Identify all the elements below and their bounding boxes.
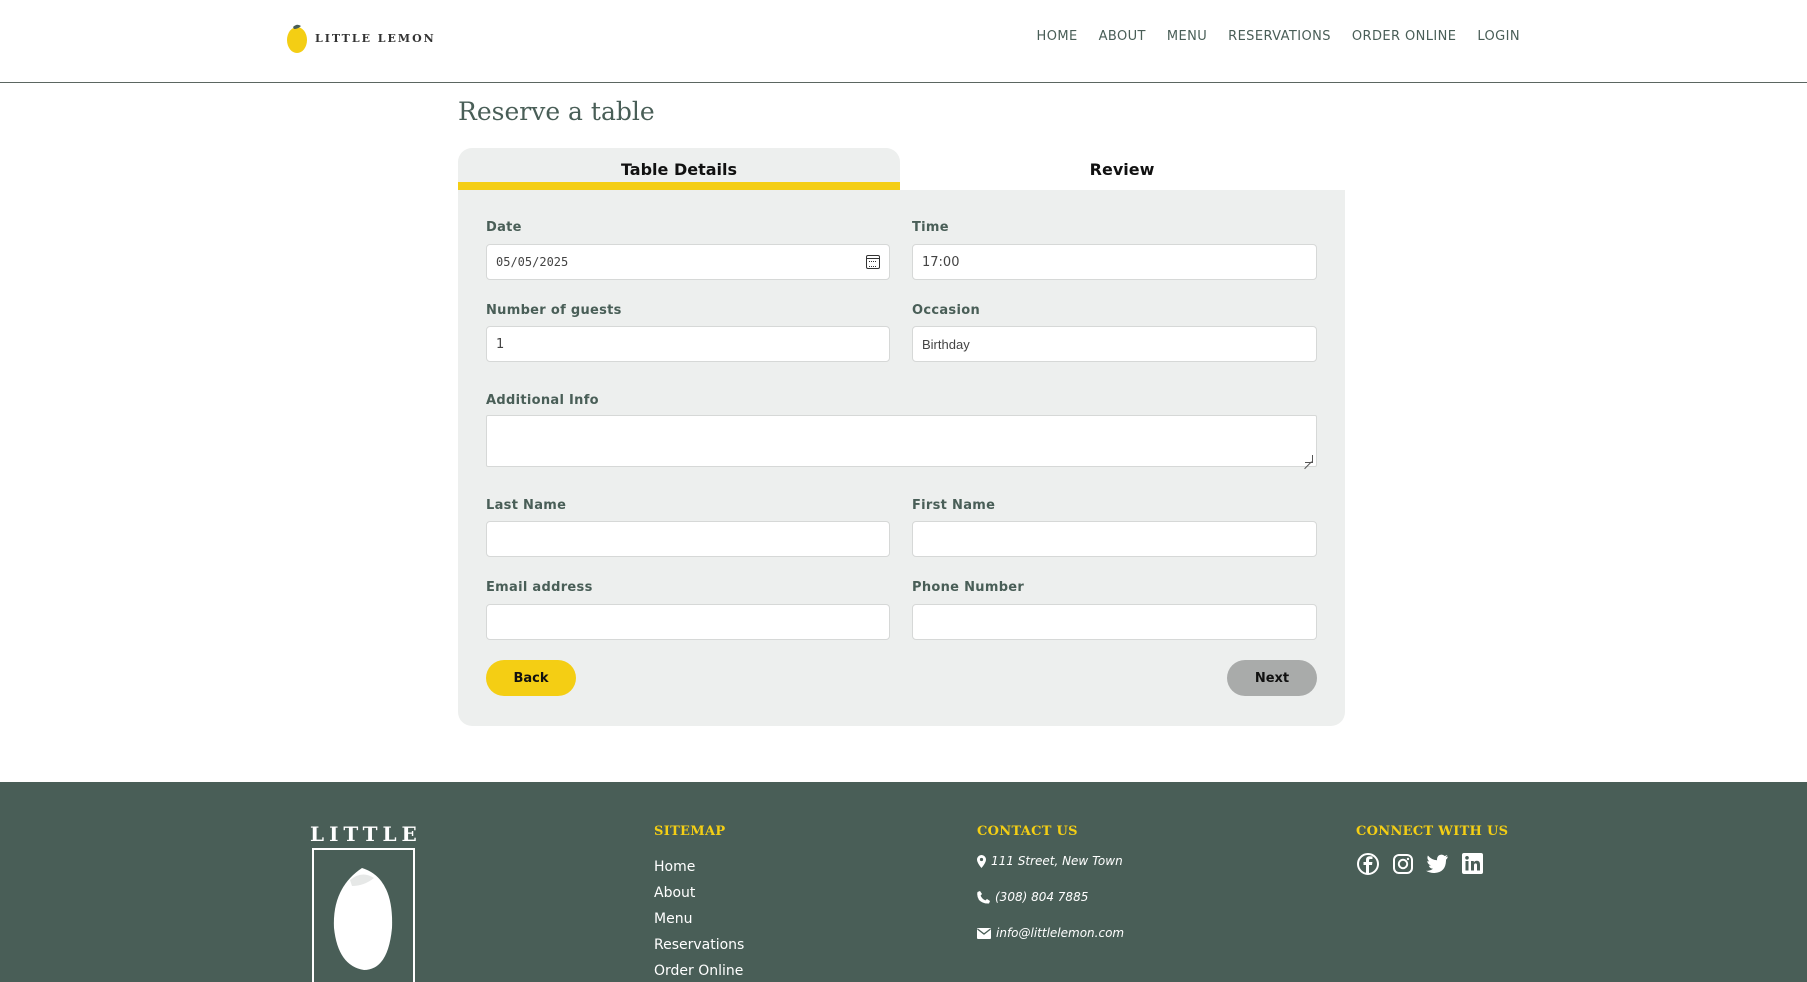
footer-link-menu[interactable]: Menu: [654, 906, 744, 932]
page-title: Reserve a table: [458, 97, 655, 126]
date-label: Date: [486, 220, 522, 235]
guests-value: 1: [496, 336, 505, 352]
site-header: LITTLE LEMON HOME ABOUT MENU RESERVATION…: [0, 0, 1807, 83]
contact-phone-text: (308) 804 7885: [995, 890, 1089, 904]
first-name-field[interactable]: [912, 521, 1317, 557]
footer-link-about[interactable]: About: [654, 880, 744, 906]
time-value: 17:00: [922, 254, 960, 270]
contact-address: 111 Street, New Town: [977, 854, 1123, 868]
sitemap-heading: SITEMAP: [654, 824, 726, 839]
nav-home[interactable]: HOME: [1037, 29, 1078, 44]
connect-heading: CONNECT WITH US: [1356, 824, 1509, 839]
date-field[interactable]: 05/05/2025: [486, 244, 890, 280]
occasion-select[interactable]: Birthday: [912, 326, 1317, 362]
phone-icon: [977, 890, 990, 904]
time-field[interactable]: 17:00: [912, 244, 1317, 280]
nav-menu[interactable]: MENU: [1167, 29, 1207, 44]
last-name-field[interactable]: [486, 521, 890, 557]
site-logo[interactable]: LITTLE LEMON: [285, 20, 436, 56]
footer-link-home[interactable]: Home: [654, 854, 744, 880]
twitter-icon[interactable]: [1426, 852, 1449, 875]
contact-heading: CONTACT US: [977, 824, 1078, 839]
social-links: [1356, 852, 1484, 875]
nav-login[interactable]: LOGIN: [1477, 29, 1520, 44]
instagram-icon[interactable]: [1391, 852, 1414, 875]
back-button[interactable]: Back: [486, 660, 576, 696]
footer-logo[interactable]: LITTLE: [310, 822, 422, 982]
nav-reservations[interactable]: RESERVATIONS: [1228, 29, 1331, 44]
main-nav: HOME ABOUT MENU RESERVATIONS ORDER ONLIN…: [1037, 29, 1520, 44]
tab-review[interactable]: Review: [900, 148, 1344, 190]
next-button[interactable]: Next: [1227, 660, 1317, 696]
phone-field[interactable]: [912, 604, 1317, 640]
nav-about[interactable]: ABOUT: [1099, 29, 1146, 44]
phone-label: Phone Number: [912, 580, 1025, 595]
additional-info-textarea[interactable]: [486, 415, 1317, 467]
linkedin-icon[interactable]: [1461, 852, 1484, 875]
occasion-value: Birthday: [922, 336, 970, 352]
resize-handle-icon[interactable]: [1305, 455, 1313, 463]
envelope-icon: [977, 927, 991, 939]
lemon-icon: [333, 868, 393, 970]
nav-order-online[interactable]: ORDER ONLINE: [1352, 29, 1456, 44]
footer-logo-frame: [312, 848, 415, 982]
contact-address-text: 111 Street, New Town: [991, 854, 1123, 868]
guests-label: Number of guests: [486, 303, 622, 318]
additional-info-label: Additional Info: [486, 393, 599, 408]
date-value: 05/05/2025: [496, 255, 569, 269]
contact-email-text: info@littlelemon.com: [996, 926, 1125, 940]
sitemap-list: Home About Menu Reservations Order Onlin…: [654, 854, 744, 982]
site-footer: LITTLE SITEMAP Home About Menu Reservati…: [0, 782, 1807, 982]
reservation-form: Date 05/05/2025 Time 17:00 Number of gue…: [458, 190, 1345, 726]
contact-email[interactable]: info@littlelemon.com: [977, 926, 1124, 940]
first-name-label: First Name: [912, 498, 996, 513]
facebook-icon[interactable]: [1356, 852, 1379, 875]
occasion-label: Occasion: [912, 303, 981, 318]
tab-table-details[interactable]: Table Details: [458, 148, 900, 190]
map-pin-icon: [977, 854, 986, 868]
contact-phone[interactable]: (308) 804 7885: [977, 890, 1088, 904]
email-label: Email address: [486, 580, 593, 595]
lemon-logo-icon: [287, 24, 307, 53]
logo-text: LITTLE LEMON: [315, 31, 436, 45]
calendar-icon[interactable]: [866, 255, 880, 269]
footer-logo-text: LITTLE: [310, 822, 422, 846]
time-label: Time: [912, 220, 949, 235]
guests-field[interactable]: 1: [486, 326, 890, 362]
footer-link-order-online[interactable]: Order Online: [654, 958, 744, 982]
footer-link-reservations[interactable]: Reservations: [654, 932, 744, 958]
email-field[interactable]: [486, 604, 890, 640]
last-name-label: Last Name: [486, 498, 567, 513]
